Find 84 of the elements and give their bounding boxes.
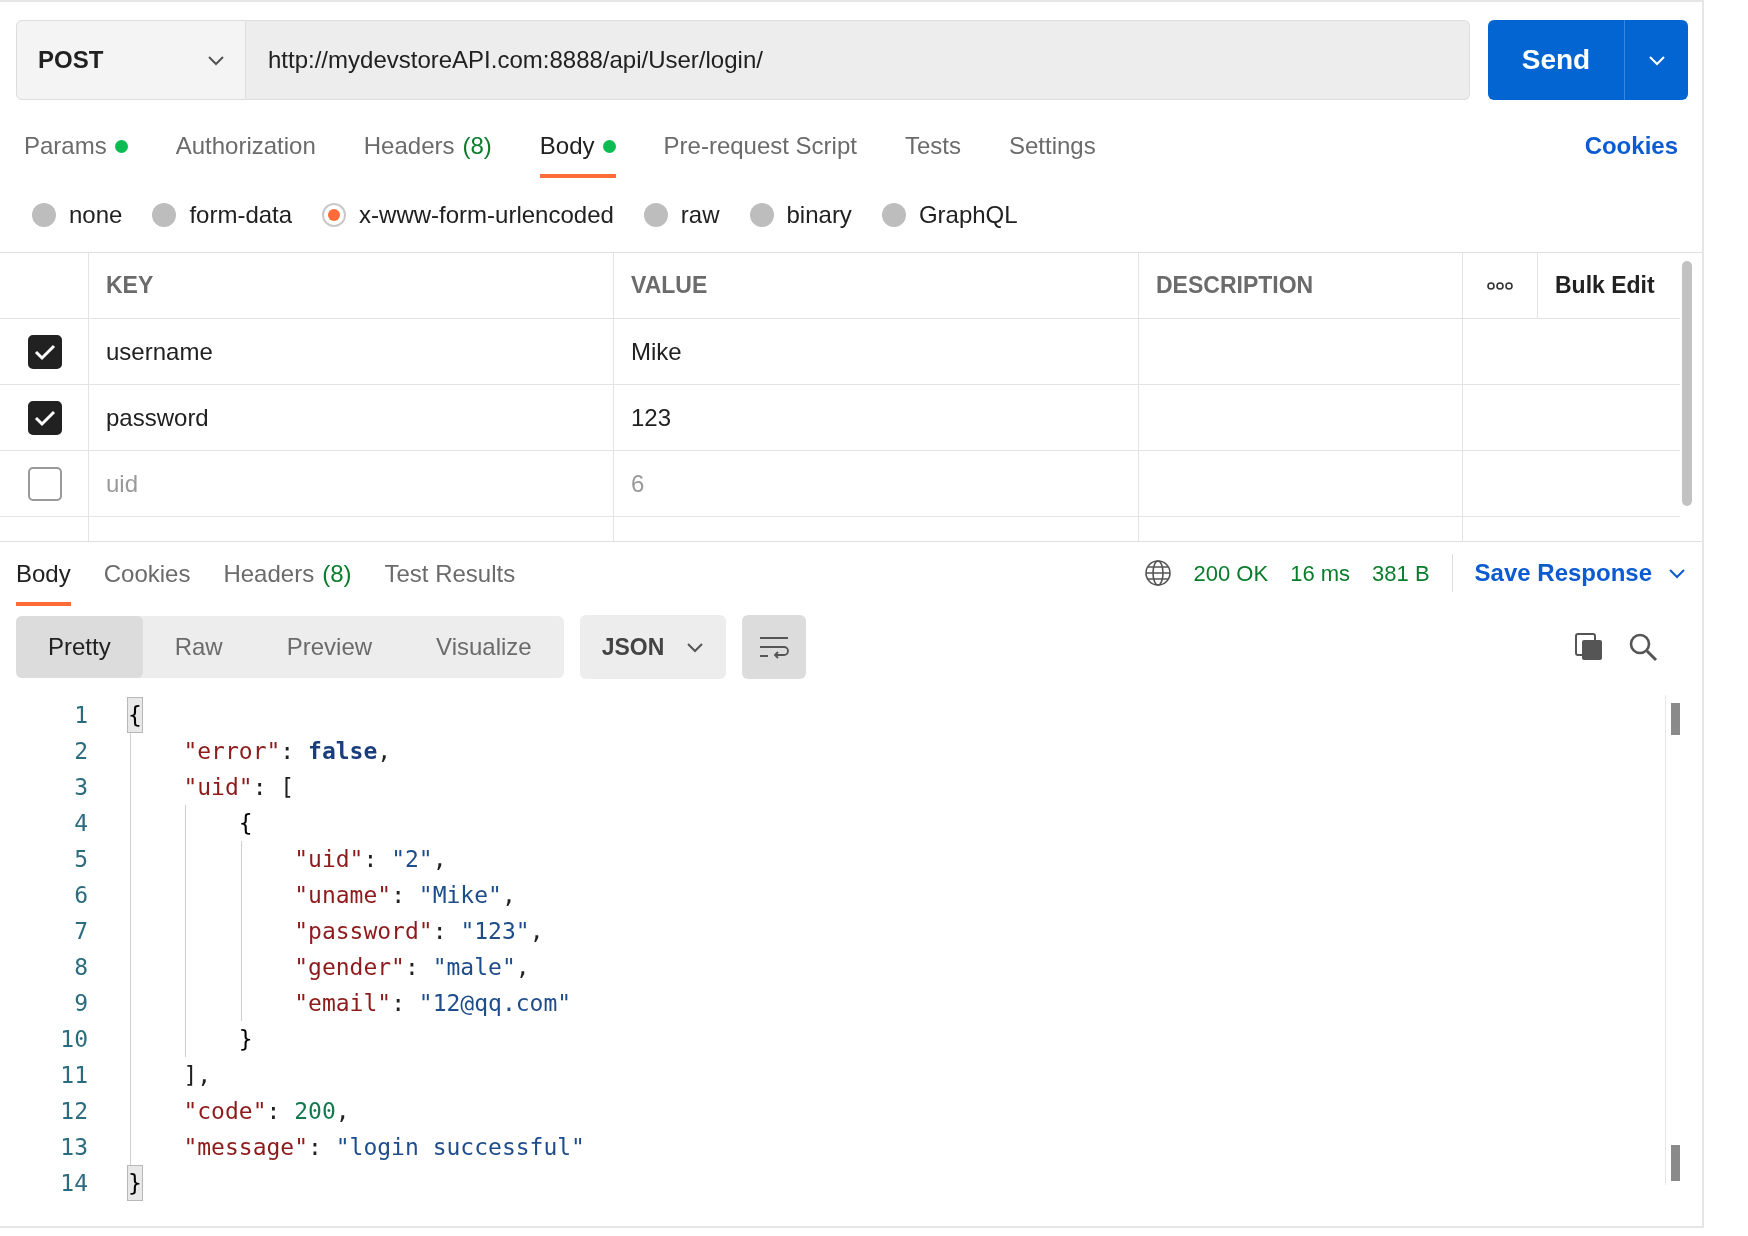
- scrollbar[interactable]: [1671, 703, 1680, 735]
- request-tab[interactable]: Authorization: [175, 116, 316, 178]
- response-tab[interactable]: Body: [16, 542, 71, 606]
- body-type-radio[interactable]: raw: [643, 196, 720, 233]
- line-number: 13: [59, 1132, 88, 1162]
- request-tab[interactable]: Headers (8): [363, 116, 492, 178]
- code-line: "uid": "2",: [293, 844, 447, 874]
- copy-icon[interactable]: [1574, 632, 1604, 662]
- size-text: 381 B: [1372, 559, 1430, 588]
- cookies-link[interactable]: Cookies: [1584, 116, 1678, 164]
- body-type-radio[interactable]: none: [32, 196, 123, 233]
- checkbox[interactable]: [28, 400, 62, 435]
- line-number: 8: [73, 952, 88, 982]
- checkbox[interactable]: [28, 334, 62, 369]
- code-line: "code": 200,: [182, 1096, 350, 1126]
- chevron-down-icon: [1668, 567, 1686, 579]
- line-number: 12: [59, 1096, 88, 1126]
- line-number: 11: [59, 1060, 88, 1090]
- table-cell-text: username: [106, 336, 213, 367]
- request-tab[interactable]: Tests: [904, 116, 961, 178]
- line-number: 4: [73, 808, 88, 838]
- method-dropdown[interactable]: POST: [16, 20, 246, 100]
- view-mode-tab[interactable]: Raw: [142, 616, 255, 678]
- view-mode-tab[interactable]: Visualize: [404, 616, 564, 678]
- code-line: }: [237, 1024, 253, 1054]
- line-number: 10: [59, 1024, 88, 1054]
- table-cell-text: password: [106, 402, 209, 433]
- code-line: ],: [182, 1060, 212, 1090]
- request-tab[interactable]: Settings: [1008, 116, 1096, 178]
- line-number: 5: [73, 844, 88, 874]
- line-number: 3: [73, 772, 88, 802]
- code-line: "uname": "Mike",: [293, 880, 516, 910]
- table-cell-text: uid: [106, 468, 139, 499]
- column-header: KEY: [106, 271, 154, 301]
- column-header: DESCRIPTION: [1156, 271, 1314, 301]
- code-line: "message": "login successful": [182, 1132, 585, 1162]
- check-icon: [34, 342, 56, 361]
- table-cell-text: Mike: [631, 336, 682, 367]
- chevron-down-icon: [1647, 54, 1666, 66]
- bulk-edit-link[interactable]: Bulk Edit: [1555, 268, 1655, 303]
- time-text: 16 ms: [1290, 559, 1351, 588]
- format-dropdown[interactable]: JSON: [579, 615, 727, 679]
- code-line: {: [237, 808, 253, 838]
- table-cell-text: 6: [631, 468, 645, 499]
- line-number: 1: [73, 700, 88, 730]
- request-tab[interactable]: Body: [539, 116, 616, 178]
- code-line: "uid": [: [182, 772, 295, 802]
- line-number: 14: [59, 1168, 88, 1198]
- response-tab[interactable]: Test Results: [384, 542, 516, 606]
- line-number: 9: [73, 988, 88, 1018]
- view-mode-tab[interactable]: Pretty: [16, 616, 143, 678]
- column-header: VALUE: [631, 271, 708, 301]
- chevron-down-icon: [686, 641, 705, 653]
- body-type-radio[interactable]: binary: [749, 196, 852, 233]
- status-text: 200 OK: [1193, 559, 1269, 588]
- search-icon[interactable]: [1628, 632, 1658, 662]
- wrap-lines-button[interactable]: [742, 615, 807, 679]
- code-line: "error": false,: [182, 736, 392, 766]
- request-tab[interactable]: Pre-request Script: [663, 116, 857, 178]
- body-type-radio[interactable]: GraphQL: [881, 196, 1018, 233]
- code-line: "password": "123",: [293, 916, 544, 946]
- response-tab[interactable]: Cookies: [103, 542, 191, 606]
- response-tab[interactable]: Headers (8): [223, 542, 352, 606]
- more-icon[interactable]: [1487, 280, 1513, 291]
- code-line: "gender": "male",: [293, 952, 530, 982]
- view-mode-tab[interactable]: Preview: [254, 616, 405, 678]
- chevron-down-icon: [207, 54, 225, 66]
- globe-icon[interactable]: [1143, 559, 1172, 587]
- code-line: "email": "12@qq.com": [293, 988, 572, 1018]
- table-cell-text: 123: [631, 402, 672, 433]
- scrollbar[interactable]: [1671, 1145, 1680, 1181]
- url-field[interactable]: http://mydevstoreAPI.com:8888/api/User/login/: [246, 20, 1470, 100]
- body-type-radio[interactable]: form-data: [152, 196, 293, 233]
- wrap-icon: [758, 635, 791, 659]
- line-number: 7: [73, 916, 88, 946]
- save-response-button[interactable]: Save Response: [1474, 555, 1686, 591]
- body-type-radio[interactable]: x-www-form-urlencoded: [322, 196, 614, 233]
- line-number: 2: [73, 736, 88, 766]
- request-tab[interactable]: Params: [24, 116, 128, 178]
- scrollbar[interactable]: [1682, 261, 1692, 506]
- checkbox[interactable]: [28, 466, 62, 501]
- check-icon: [34, 408, 56, 427]
- send-button[interactable]: Send: [1488, 20, 1624, 100]
- line-number: 6: [73, 880, 88, 910]
